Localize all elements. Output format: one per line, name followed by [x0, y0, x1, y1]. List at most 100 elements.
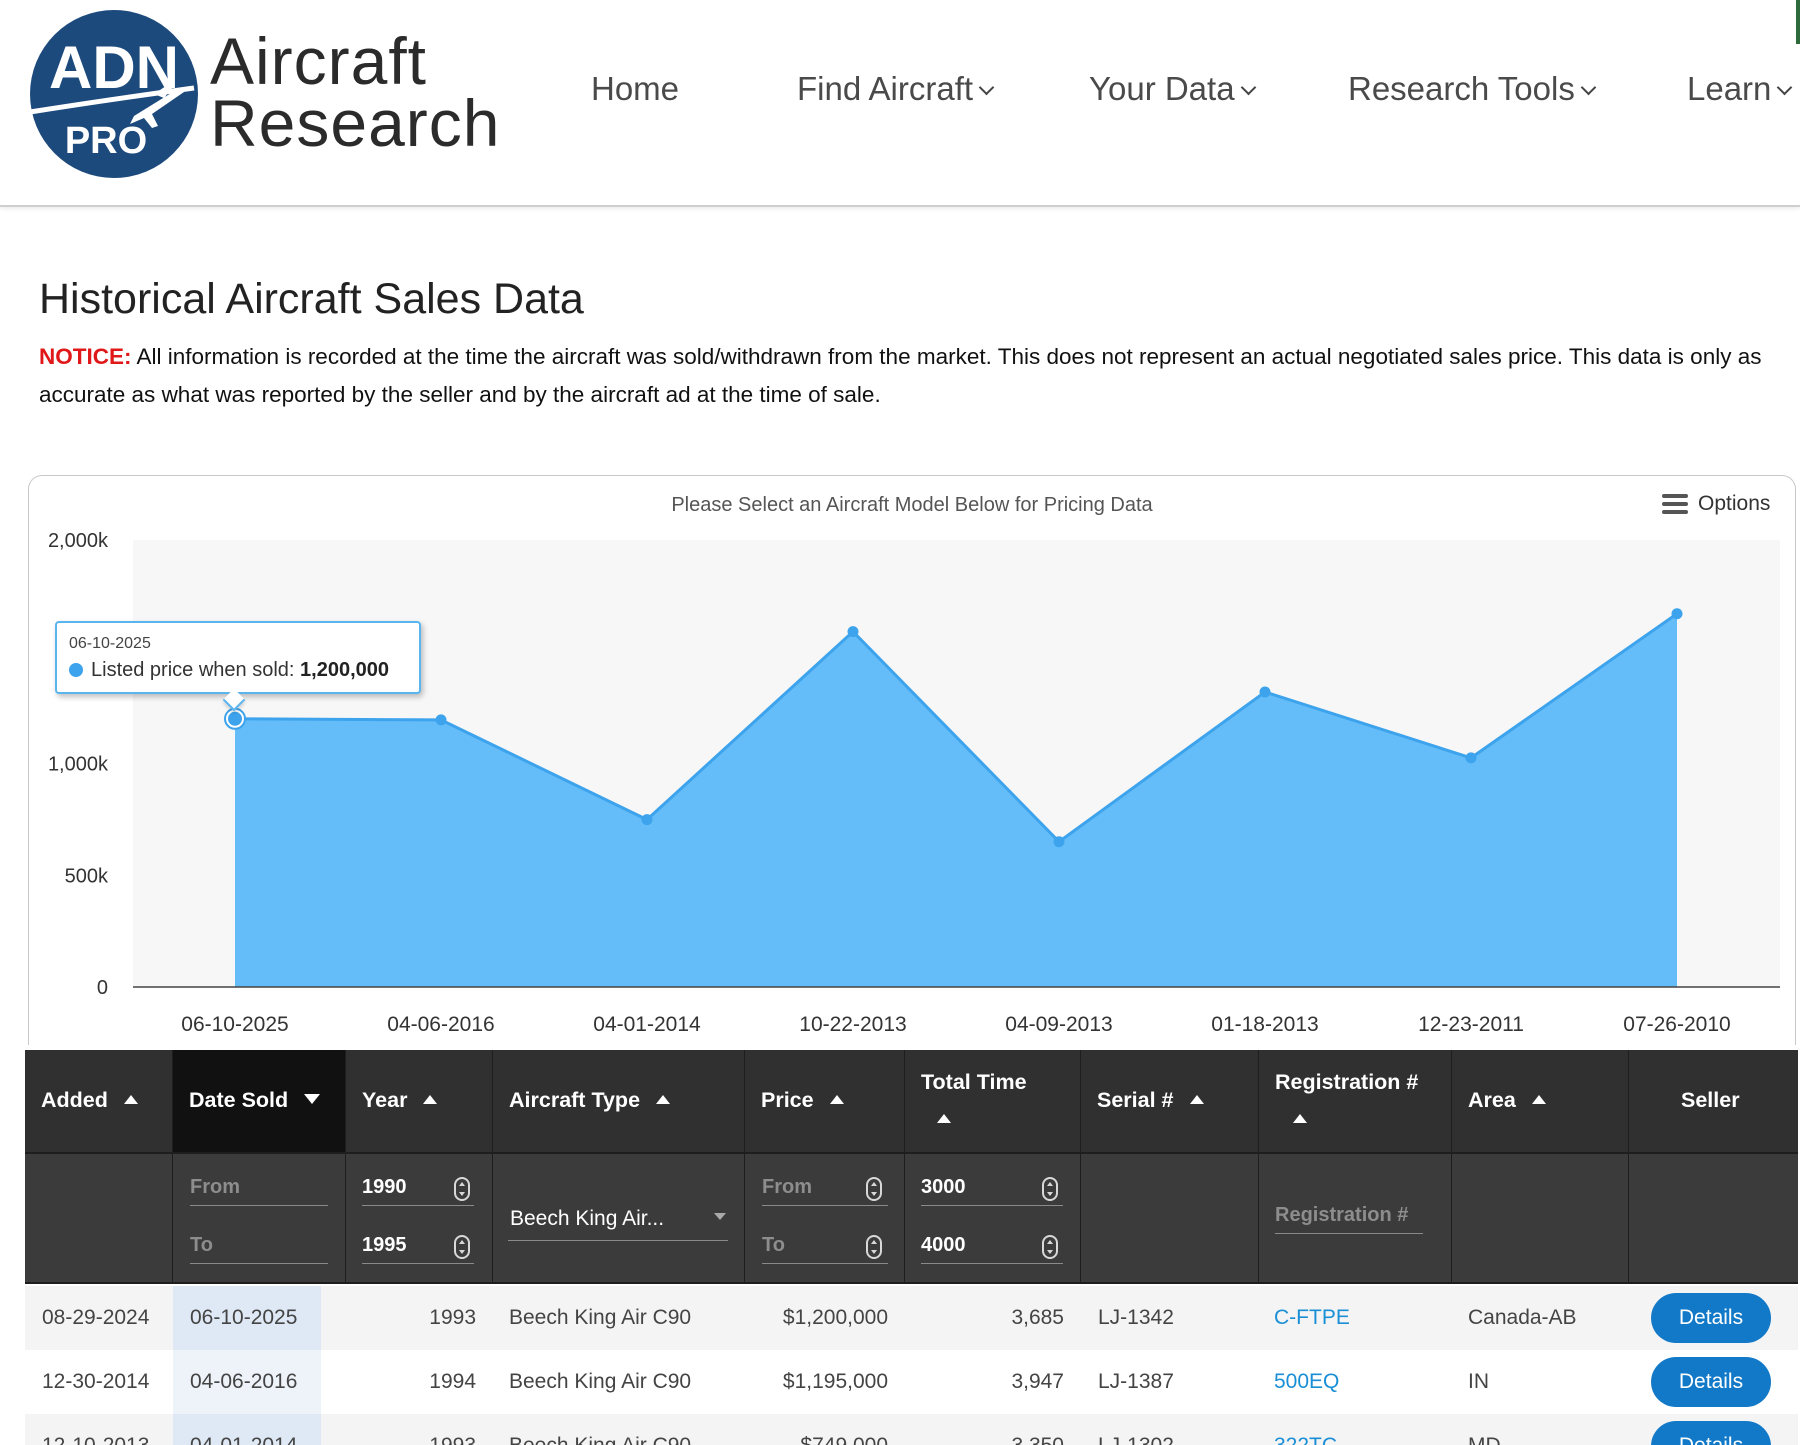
column-label: Aircraft Type [509, 1088, 641, 1112]
column-header-registration[interactable]: Registration # [1259, 1050, 1452, 1152]
cell-total-time: 3,350 [905, 1434, 1064, 1445]
data-point [847, 626, 859, 638]
column-label: Added [41, 1088, 108, 1112]
x-tick-label: 01-18-2013 [1211, 1013, 1318, 1036]
date-sold-from-input[interactable] [190, 1170, 328, 1206]
y-tick-label: 1,000k [48, 754, 109, 776]
x-tick-label: 04-09-2013 [1005, 1013, 1112, 1036]
tooltip-date: 06-10-2025 [69, 635, 151, 652]
x-tick-label: 12-23-2011 [1418, 1013, 1524, 1036]
filter-cell-added [25, 1152, 173, 1284]
column-header-year[interactable]: Year [346, 1050, 493, 1152]
column-label: Year [362, 1088, 408, 1112]
table-row: 08-29-2024 06-10-2025 1993 Beech King Ai… [25, 1286, 1798, 1350]
cell-total-time: 3,685 [1011, 1306, 1064, 1329]
x-tick-label: 04-06-2016 [387, 1013, 494, 1036]
column-label: Date Sold [189, 1088, 289, 1112]
cell-price: $1,200,000 [782, 1306, 888, 1329]
y-tick-label: 500k [65, 865, 109, 887]
column-label: Total Time [921, 1070, 1027, 1094]
x-tick-label: 07-26-2010 [1623, 1013, 1730, 1036]
registration-filter-input[interactable] [1275, 1198, 1423, 1234]
cell-price: $749,000 [745, 1434, 888, 1445]
data-point [1259, 686, 1271, 698]
cell-area: Canada-AB [1468, 1306, 1577, 1329]
sort-ascending-icon [656, 1095, 671, 1104]
cell-price: $1,195,000 [782, 1370, 888, 1393]
cell-aircraft-type: Beech King Air C90 [509, 1306, 692, 1329]
column-label: Serial # [1097, 1088, 1174, 1112]
tooltip-label: Listed price when sold: [91, 659, 301, 681]
column-header-aircraft-type[interactable]: Aircraft Type [493, 1050, 745, 1152]
filter-cell-serial [1081, 1152, 1259, 1284]
cell-date-sold: 04-06-2016 [190, 1370, 298, 1393]
column-label: Price [761, 1088, 814, 1112]
column-header-total-time[interactable]: Total Time [905, 1050, 1081, 1152]
aircraft-type-value: Beech King Air... [510, 1207, 665, 1230]
cell-area: MD [1468, 1434, 1501, 1445]
chart-options-button[interactable]: Options [1662, 492, 1770, 516]
cell-added: 08-29-2024 [42, 1306, 150, 1329]
tooltip-line: Listed price when sold: 1,200,000 [69, 659, 389, 682]
registration-link[interactable]: 322TC [1274, 1434, 1337, 1445]
x-tick-label: 10-22-2013 [799, 1013, 906, 1036]
column-header-price[interactable]: Price [745, 1050, 905, 1152]
cell-area: IN [1468, 1370, 1489, 1393]
column-header-seller: Seller [1629, 1050, 1798, 1152]
details-button[interactable]: Details [1651, 1357, 1771, 1407]
stepper-icon[interactable] [454, 1235, 470, 1259]
sort-ascending-icon [937, 1114, 951, 1123]
cell-serial: LJ-1342 [1098, 1306, 1174, 1329]
data-point [1053, 836, 1065, 848]
chart-options-label: Options [1698, 492, 1771, 515]
data-point [1671, 608, 1683, 620]
cell-date-sold: 06-10-2025 [190, 1306, 298, 1329]
sort-ascending-icon [1531, 1095, 1546, 1104]
column-label: Area [1468, 1088, 1516, 1112]
column-label: Registration # [1275, 1070, 1419, 1094]
column-header-added[interactable]: Added [25, 1050, 173, 1152]
sort-ascending-icon [1293, 1114, 1307, 1123]
data-point-hover [228, 711, 242, 726]
column-header-area[interactable]: Area [1452, 1050, 1629, 1152]
cell-year: 1993 [429, 1306, 476, 1329]
stepper-icon[interactable] [866, 1235, 882, 1259]
sort-ascending-icon [123, 1095, 138, 1104]
aircraft-type-select[interactable]: Beech King Air... [508, 1195, 728, 1241]
price-history-chart: 0500k1,000k12,000k06-10-202504-06-201604… [48, 530, 1780, 1036]
cell-added: 12-30-2014 [42, 1370, 150, 1393]
details-button[interactable]: Details [1651, 1421, 1771, 1445]
chart-tooltip: 06-10-2025 Listed price when sold: 1,200… [55, 621, 421, 694]
column-label: Seller [1681, 1088, 1740, 1112]
series-dot-icon [69, 663, 83, 677]
column-header-date-sold[interactable]: Date Sold [173, 1050, 346, 1152]
stepper-icon[interactable] [866, 1177, 882, 1201]
menu-icon [1662, 494, 1688, 514]
cell-date-sold: 04-01-2014 [190, 1434, 297, 1445]
cell-serial: LJ-1302 [1098, 1434, 1174, 1445]
stepper-icon[interactable] [1042, 1235, 1058, 1259]
sort-ascending-icon [423, 1095, 438, 1104]
registration-link[interactable]: C-FTPE [1274, 1306, 1350, 1330]
filter-cell-area [1452, 1152, 1629, 1284]
cell-serial: LJ-1387 [1098, 1370, 1174, 1393]
data-point [435, 714, 447, 726]
cell-aircraft-type: Beech King Air C90 [509, 1370, 692, 1393]
cell-added: 12-10-2013 [42, 1434, 149, 1445]
tooltip-value: 1,200,000 [300, 659, 389, 681]
table-row: 12-10-2013 04-01-2014 1993 Beech King Ai… [25, 1414, 1798, 1445]
date-sold-to-input[interactable] [190, 1228, 328, 1264]
details-button[interactable]: Details [1651, 1293, 1771, 1343]
cell-total-time: 3,947 [1011, 1370, 1064, 1393]
stepper-icon[interactable] [1042, 1177, 1058, 1201]
sort-ascending-icon [829, 1095, 844, 1104]
registration-link[interactable]: 500EQ [1274, 1370, 1339, 1394]
column-header-serial[interactable]: Serial # [1081, 1050, 1259, 1152]
stepper-icon[interactable] [454, 1177, 470, 1201]
chart-title: Please Select an Aircraft Model Below fo… [671, 494, 1153, 516]
x-tick-label: 04-01-2014 [593, 1013, 701, 1036]
caret-down-icon [714, 1213, 726, 1220]
y-tick-label: 2,000k [48, 530, 109, 552]
sort-ascending-icon [1189, 1095, 1204, 1104]
data-point [1465, 752, 1477, 764]
